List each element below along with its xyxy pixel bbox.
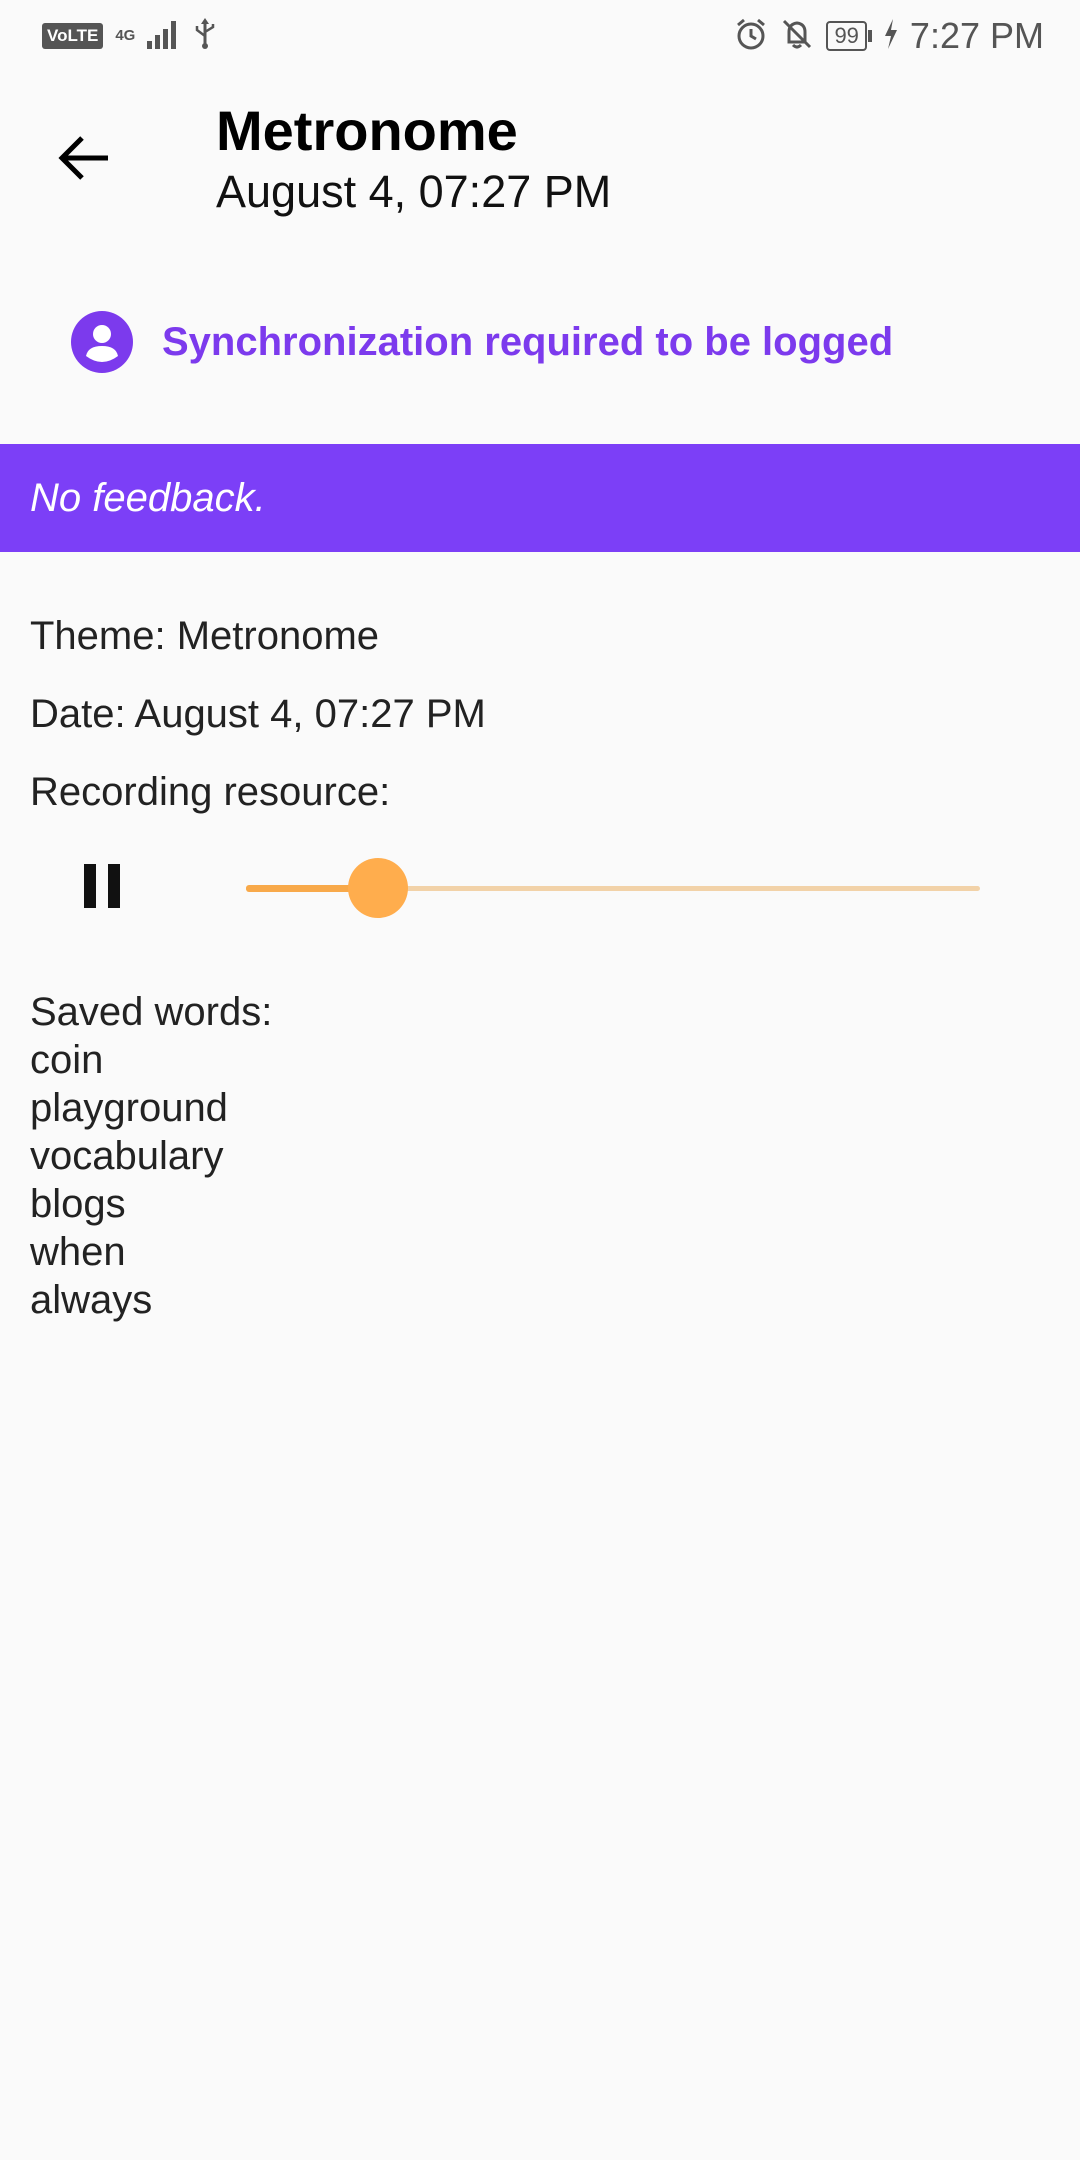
theme-label: Theme: Metronome bbox=[30, 614, 380, 658]
date-label: Date: August 4, 07:27 PM bbox=[30, 692, 486, 736]
saved-words: Saved words: coin playground vocabulary blo… bbox=[30, 988, 272, 1324]
saved-word-item: when bbox=[30, 1230, 126, 1274]
battery-level: 99 bbox=[826, 21, 867, 51]
feedback-text: No feedback. bbox=[30, 475, 266, 520]
saved-word-item: blogs bbox=[30, 1182, 126, 1226]
feedback-banner: No feedback. bbox=[0, 444, 1080, 552]
recording-label: Recording resource: bbox=[30, 770, 391, 814]
slider-thumb[interactable] bbox=[348, 858, 409, 918]
back-button[interactable] bbox=[48, 122, 120, 194]
saved-words-label: Saved words: bbox=[30, 990, 273, 1034]
saved-word-item: coin bbox=[30, 1038, 104, 1082]
volte-icon: VoLTE bbox=[42, 23, 104, 49]
saved-word-item: vocabulary bbox=[30, 1134, 224, 1178]
saved-word-item: always bbox=[30, 1278, 153, 1322]
status-time: 7:27 PM bbox=[909, 15, 1044, 56]
status-right: 99 7:27 PM bbox=[734, 15, 1080, 57]
page-title: Metronome bbox=[216, 99, 518, 162]
saved-word-item: playground bbox=[30, 1086, 228, 1130]
status-left: VoLTE 4G bbox=[0, 17, 217, 55]
pause-button[interactable] bbox=[66, 850, 138, 922]
screen: VoLTE 4G 99 7:27 PM Metronome August 4, … bbox=[0, 0, 1080, 2160]
sync-login-prompt[interactable]: Synchronization required to be logged bbox=[70, 310, 893, 374]
pause-icon bbox=[84, 864, 120, 908]
account-circle-icon bbox=[71, 311, 133, 373]
network-type-icon: 4G bbox=[115, 27, 136, 44]
alarm-icon bbox=[734, 17, 768, 56]
signal-icon bbox=[147, 19, 181, 54]
usb-icon bbox=[193, 17, 217, 55]
status-bar: VoLTE 4G 99 7:27 PM bbox=[0, 0, 1080, 72]
notifications-off-icon bbox=[780, 17, 814, 56]
playback-slider[interactable] bbox=[246, 858, 980, 918]
battery-icon: 99 bbox=[826, 21, 872, 51]
page-subtitle: August 4, 07:27 PM bbox=[216, 166, 612, 217]
arrow-back-icon bbox=[58, 136, 108, 180]
battery-tip bbox=[867, 30, 872, 42]
charging-icon bbox=[884, 18, 898, 54]
sync-message: Synchronization required to be logged bbox=[162, 319, 894, 364]
